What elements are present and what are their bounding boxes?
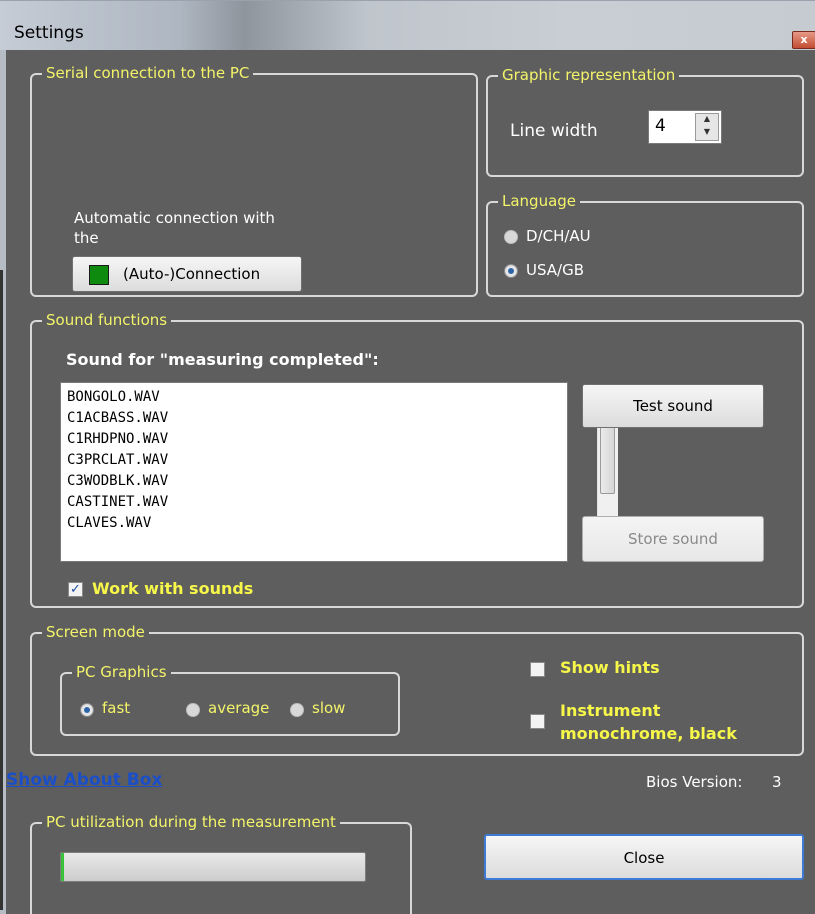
graphics-radio-average[interactable] bbox=[186, 703, 200, 717]
sound-heading: Sound for "measuring completed": bbox=[66, 350, 379, 369]
status-indicator bbox=[89, 265, 109, 285]
title-bar[interactable]: Settings x bbox=[0, 0, 815, 51]
show-about-box-link[interactable]: Show About Box bbox=[6, 770, 162, 790]
dialog-body: Serial connection to the PC Automatic co… bbox=[6, 50, 815, 914]
list-item[interactable]: C1ACBASS.WAV bbox=[67, 410, 168, 426]
language-radio-usa[interactable] bbox=[504, 264, 518, 278]
sound-file-list[interactable]: BONGOLO.WAV C1ACBASS.WAV C1RHDPNO.WAV C3… bbox=[60, 382, 618, 562]
utilization-legend: PC utilization during the measurement bbox=[42, 812, 340, 832]
sound-legend: Sound functions bbox=[42, 310, 172, 330]
graphics-radio-fast[interactable] bbox=[80, 703, 94, 717]
graphics-label-average: average bbox=[208, 699, 270, 717]
test-sound-button[interactable]: Test sound bbox=[582, 384, 764, 428]
window-title: Settings bbox=[14, 23, 84, 43]
progress-fill bbox=[61, 853, 64, 881]
list-item[interactable]: C1RHDPNO.WAV bbox=[67, 431, 168, 447]
language-label-dch: D/CH/AU bbox=[526, 227, 591, 245]
chevron-up-icon[interactable]: ▲ bbox=[696, 114, 718, 127]
close-icon[interactable]: x bbox=[792, 31, 815, 49]
list-item[interactable]: BONGOLO.WAV bbox=[67, 389, 160, 405]
auto-connection-button[interactable]: (Auto-)Connection bbox=[72, 256, 302, 292]
language-group: Language D/CH/AU USA/GB bbox=[486, 191, 804, 297]
screen-mode-legend: Screen mode bbox=[42, 622, 149, 642]
line-width-label: Line width bbox=[510, 121, 598, 141]
list-item[interactable]: C3PRCLAT.WAV bbox=[67, 452, 168, 468]
graphics-label-slow: slow bbox=[312, 699, 346, 717]
settings-window: Settings x Serial connection to the PC A… bbox=[0, 0, 815, 914]
scroll-thumb[interactable] bbox=[600, 422, 615, 494]
window-edge bbox=[0, 270, 3, 910]
stepper-buttons: ▲ ▼ bbox=[695, 113, 719, 141]
instrument-monochrome-checkbox[interactable] bbox=[530, 714, 545, 729]
auto-connection-label: (Auto-)Connection bbox=[123, 265, 261, 283]
chevron-down-icon[interactable]: ▼ bbox=[696, 127, 718, 140]
graphics-radio-slow[interactable] bbox=[290, 703, 304, 717]
language-legend: Language bbox=[498, 191, 581, 211]
list-item[interactable]: CLAVES.WAV bbox=[67, 515, 151, 531]
instrument-label-line1: Instrument bbox=[560, 701, 661, 720]
close-button[interactable]: Close bbox=[484, 834, 804, 880]
graphic-group: Graphic representation Line width bbox=[486, 65, 804, 177]
store-sound-button[interactable]: Store sound bbox=[582, 516, 764, 562]
work-with-sounds-checkbox[interactable]: ✓ bbox=[68, 582, 83, 597]
list-item[interactable]: CASTINET.WAV bbox=[67, 494, 168, 510]
serial-legend: Serial connection to the PC bbox=[42, 63, 254, 83]
pc-graphics-group: PC Graphics fast average slow bbox=[60, 662, 400, 736]
language-radio-dch[interactable] bbox=[504, 230, 518, 244]
show-hints-label: Show hints bbox=[560, 658, 660, 677]
language-label-usa: USA/GB bbox=[526, 261, 585, 279]
utilization-progress-bar bbox=[60, 852, 366, 882]
bios-version-value: 3 bbox=[772, 773, 782, 791]
graphics-label-fast: fast bbox=[102, 699, 131, 717]
graphic-legend: Graphic representation bbox=[498, 65, 680, 85]
serial-group: Serial connection to the PC Automatic co… bbox=[30, 63, 478, 297]
instrument-label-line2: monochrome, black bbox=[560, 724, 737, 743]
pc-graphics-legend: PC Graphics bbox=[72, 662, 171, 682]
line-width-value: 4 bbox=[655, 116, 666, 136]
bios-version-label: Bios Version: bbox=[646, 773, 743, 791]
list-item[interactable]: C3WODBLK.WAV bbox=[67, 473, 168, 489]
auto-connection-text: Automatic connection with the bbox=[74, 209, 275, 247]
line-width-stepper[interactable]: 4 ▲ ▼ bbox=[648, 110, 722, 144]
work-with-sounds-label: Work with sounds bbox=[92, 579, 254, 598]
show-hints-checkbox[interactable] bbox=[530, 662, 545, 677]
